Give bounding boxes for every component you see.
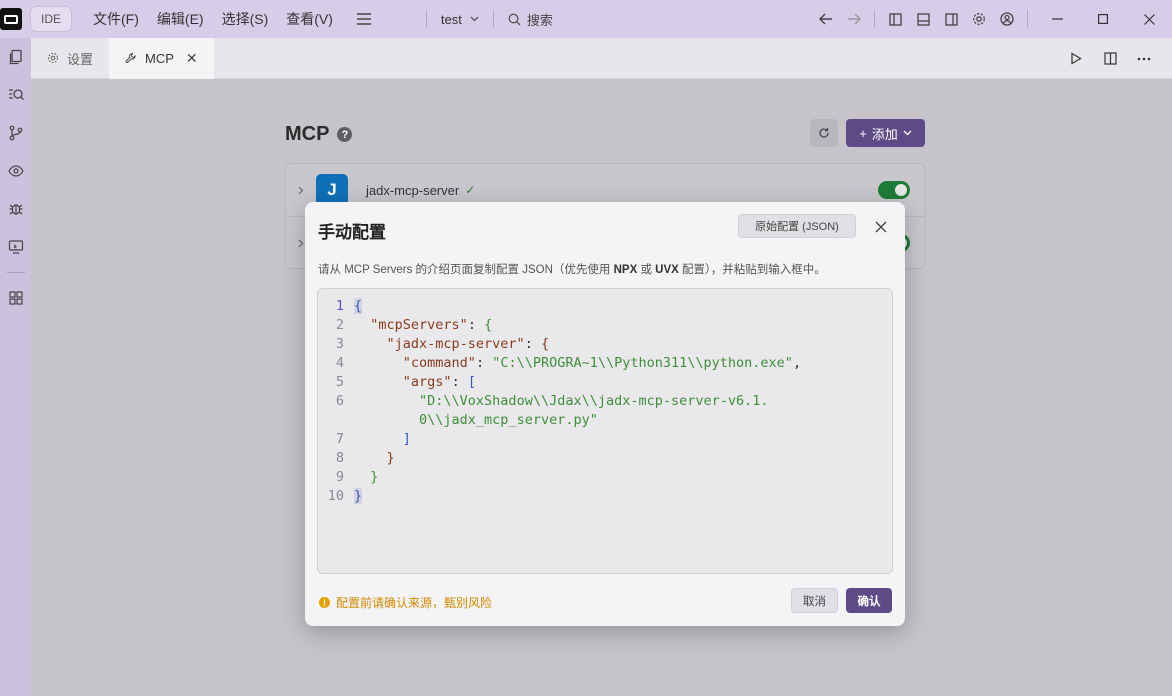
preview-eye-icon[interactable]	[0, 152, 31, 190]
tab-settings[interactable]: 设置	[31, 38, 109, 79]
add-button-label: 添加	[871, 126, 898, 142]
plus-icon: +	[859, 125, 867, 141]
activity-bar	[0, 38, 31, 696]
debug-bug-icon[interactable]	[0, 190, 31, 228]
code-line: 1{	[335, 298, 363, 314]
editor-tab-bar: 设置 MCP ✕	[31, 37, 1172, 79]
refresh-icon	[819, 128, 829, 138]
divider	[6, 272, 25, 273]
dialog-title: 手动配置	[318, 223, 386, 242]
raw-config-button[interactable]: 原始配置 (JSON)	[738, 214, 856, 238]
source-control-icon[interactable]	[0, 114, 31, 152]
tab-mcp[interactable]: MCP ✕	[109, 37, 214, 79]
more-menu-icon[interactable]	[350, 5, 378, 33]
gear-icon	[47, 52, 59, 64]
chevron-down-icon	[470, 16, 479, 22]
dialog-description: 请从 MCP Servers 的介绍页面复制配置 JSON（优先使用 NPX 或…	[318, 264, 826, 276]
menu-edit[interactable]: 编辑(E)	[148, 0, 213, 38]
wrench-icon	[125, 52, 136, 63]
title-bar: IDE 文件(F) 编辑(E) 选择(S) 查看(V) test 搜索	[0, 0, 1172, 38]
json-editor[interactable]: 1{ 2 "mcpServers": { 3 "jadx-mcp-server"…	[317, 288, 893, 574]
code-line: 4 "command": "C:\\PROGRA~1\\Python311\\p…	[335, 355, 802, 371]
remote-screen-icon[interactable]	[0, 228, 31, 266]
search-label: 搜索	[526, 12, 553, 28]
explorer-files-icon[interactable]	[0, 38, 31, 76]
split-editor-icon[interactable]	[1096, 45, 1124, 73]
cancel-button[interactable]: 取消	[791, 588, 838, 613]
warning-icon: !	[319, 597, 330, 608]
tab-settings-label: 设置	[67, 51, 94, 67]
divider	[492, 10, 494, 28]
code-line: 0\\jadx_mcp_server.py"	[419, 412, 598, 428]
account-icon[interactable]	[993, 5, 1021, 33]
risk-warning: ! 配置前请确认来源，甄别风险	[319, 594, 492, 611]
chevron-right-icon[interactable]	[286, 186, 316, 195]
code-line: 5 "args": [	[335, 374, 476, 390]
refresh-button[interactable]	[810, 119, 838, 147]
menu-view[interactable]: 查看(V)	[277, 0, 342, 38]
close-window-icon[interactable]	[1126, 0, 1172, 38]
code-line: 7 ]	[335, 431, 411, 447]
code-line: 3 "jadx-mcp-server": {	[335, 336, 550, 352]
menu-select[interactable]: 选择(S)	[213, 0, 278, 38]
close-tab-icon[interactable]: ✕	[186, 50, 198, 67]
code-line: 10}	[327, 488, 363, 504]
manual-config-dialog: 手动配置 原始配置 (JSON) 请从 MCP Servers 的介绍页面复制配…	[305, 202, 905, 626]
page-title-text: MCP	[285, 123, 330, 145]
server-enable-toggle[interactable]	[878, 181, 910, 199]
confirm-button[interactable]: 确认	[846, 588, 892, 613]
forward-arrow-icon[interactable]	[840, 5, 868, 33]
maximize-icon[interactable]	[1080, 0, 1126, 38]
run-play-icon[interactable]	[1062, 45, 1090, 73]
tab-actions	[1062, 38, 1158, 79]
divider	[1027, 10, 1028, 28]
code-line: 6 "D:\\VoxShadow\\Jdax\\jadx-mcp-server-…	[335, 393, 769, 409]
tab-mcp-label: MCP	[145, 50, 174, 66]
search-icon	[508, 13, 521, 25]
divider	[874, 10, 875, 28]
toggle-right-panel-icon[interactable]	[937, 5, 965, 33]
status-check-icon: ✓	[465, 183, 476, 197]
help-icon[interactable]: ?	[337, 127, 353, 142]
project-selector[interactable]: test	[433, 12, 487, 27]
back-arrow-icon[interactable]	[812, 5, 840, 33]
titlebar-actions	[812, 0, 1172, 38]
ide-badge[interactable]: IDE	[30, 6, 73, 32]
close-icon[interactable]	[871, 217, 891, 237]
search-panel-icon[interactable]	[0, 76, 31, 114]
code-line: 2 "mcpServers": {	[335, 317, 493, 333]
code-line: 8 }	[335, 450, 395, 466]
server-name: jadx-mcp-server	[366, 182, 460, 198]
search-box[interactable]: 搜索	[500, 10, 561, 29]
page-title: MCP ?	[285, 123, 353, 146]
settings-gear-icon[interactable]	[965, 5, 993, 33]
app-logo-icon	[0, 8, 22, 30]
project-name: test	[440, 11, 462, 27]
minimize-icon[interactable]	[1034, 0, 1080, 38]
more-horizontal-icon[interactable]	[1130, 45, 1158, 73]
add-server-button[interactable]: + 添加	[846, 119, 925, 147]
extensions-grid-icon[interactable]	[0, 279, 31, 317]
warning-text: 配置前请确认来源，甄别风险	[336, 596, 493, 610]
chevron-down-icon	[903, 130, 912, 136]
toggle-bottom-panel-icon[interactable]	[909, 5, 937, 33]
menu-file[interactable]: 文件(F)	[84, 0, 148, 38]
toggle-left-panel-icon[interactable]	[881, 5, 909, 33]
menu-bar: 文件(F) 编辑(E) 选择(S) 查看(V)	[84, 0, 342, 38]
code-line: 9 }	[335, 469, 379, 485]
divider	[425, 10, 427, 28]
